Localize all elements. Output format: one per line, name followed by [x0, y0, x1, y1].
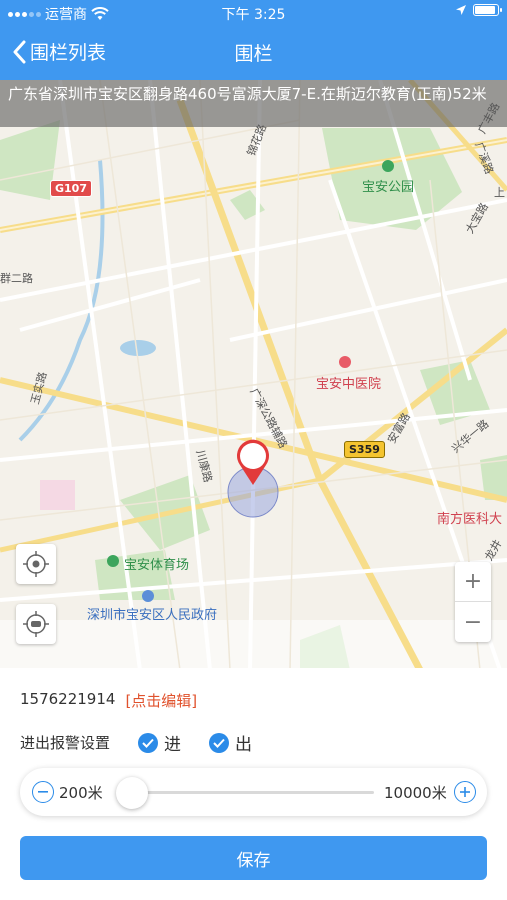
plus-icon — [460, 787, 470, 797]
road-tag-g107: G107 — [50, 180, 92, 197]
range-max-label: 10000米 — [384, 784, 447, 802]
status-bar: 运营商 下午 3:25 — [0, 0, 507, 26]
check-in-toggle[interactable]: 进 — [138, 730, 181, 755]
poi-stadium: 宝安体育场 — [124, 558, 190, 573]
check-in-label: 进 — [164, 735, 182, 755]
alarm-row: 进出报警设置 进 出 — [20, 730, 252, 755]
check-out-toggle[interactable]: 出 — [209, 730, 252, 755]
radius-slider-track[interactable] — [128, 791, 374, 794]
nav-bar: 围栏列表 围栏 — [0, 26, 507, 80]
device-phone: 1576221914 — [20, 690, 116, 708]
address-banner: 广东省深圳市宝安区翻身路460号富源大厦7-E.在斯迈尔教育(正南)52米 — [0, 80, 507, 127]
poi-south-med: 南方医科大 — [437, 512, 503, 527]
fence-settings-panel: 1576221914 [点击编辑] 进出报警设置 进 出 200米 10000米… — [0, 668, 507, 900]
map-view[interactable]: 广东省深圳市宝安区翻身路460号富源大厦7-E.在斯迈尔教育(正南)52米 G1… — [0, 80, 507, 670]
top-bar: 运营商 下午 3:25 围栏列表 围栏 — [0, 0, 507, 80]
car-locate-icon — [23, 611, 49, 637]
zoom-out-button[interactable]: − — [455, 602, 491, 642]
locate-car-button[interactable] — [16, 604, 56, 644]
map-base — [0, 80, 507, 670]
status-time: 下午 3:25 — [221, 7, 286, 23]
road-label: 群二路 — [0, 272, 33, 285]
zoom-in-button[interactable]: + — [455, 562, 491, 602]
road-label: 上 — [494, 186, 505, 199]
road-tag-s359: S359 — [344, 441, 385, 458]
device-row: 1576221914 [点击编辑] — [20, 690, 197, 711]
location-arrow-icon — [456, 5, 466, 15]
poi-gov: 深圳市宝安区人民政府 — [87, 608, 218, 623]
range-min-label: 200米 — [59, 784, 103, 802]
check-icon — [209, 732, 230, 753]
check-out-label: 出 — [235, 735, 253, 755]
poi-baoan-hospital: 宝安中医院 — [316, 377, 382, 392]
radius-slider-card: 200米 10000米 — [20, 768, 487, 816]
minus-icon — [38, 791, 48, 793]
poi-baoan-park: 宝安公园 — [362, 180, 415, 195]
edit-link[interactable]: [点击编辑] — [125, 690, 197, 711]
zoom-control: + − — [455, 562, 491, 642]
alarm-label: 进出报警设置 — [20, 734, 111, 752]
radius-slider-thumb[interactable] — [116, 777, 148, 809]
increase-radius-button[interactable] — [454, 781, 476, 803]
crosshair-icon — [23, 551, 49, 577]
page-title: 围栏 — [234, 43, 273, 65]
decrease-radius-button[interactable] — [32, 781, 54, 803]
battery-icon — [473, 4, 502, 16]
check-icon — [138, 732, 159, 753]
locate-device-button[interactable] — [16, 544, 56, 584]
save-button[interactable]: 保存 — [20, 836, 487, 880]
